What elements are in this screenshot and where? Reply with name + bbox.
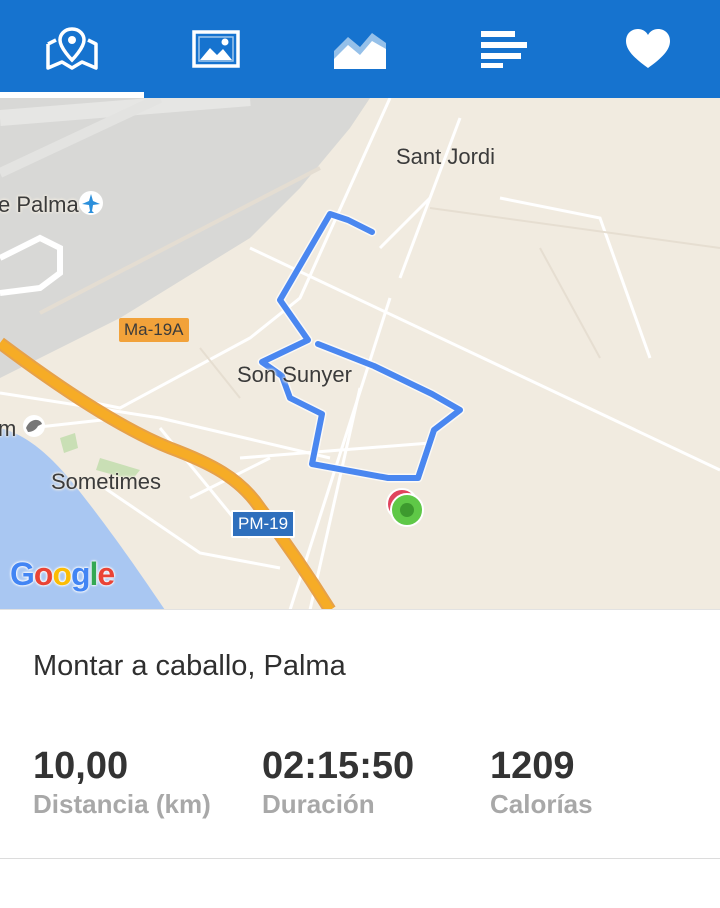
bottom-divider — [0, 858, 720, 859]
tab-photos[interactable] — [144, 0, 288, 98]
map-label-sometimes: Sometimes — [51, 469, 162, 494]
stat-distance: 10,00 Distancia (km) — [33, 744, 211, 820]
map-label-sant-jordi: Sant Jordi — [396, 144, 496, 169]
map-divider — [0, 609, 720, 610]
map-label-m: m — [0, 416, 17, 441]
route-line — [259, 211, 463, 481]
heart-icon — [626, 29, 670, 68]
map-icon — [46, 27, 98, 70]
map-canvas — [0, 98, 720, 610]
road-shield-ma19a: Ma-19A — [119, 318, 189, 342]
stat-calories-label: Calorías — [490, 789, 593, 819]
route-map[interactable]: Sant Jordi e Palma Son Sunyer Sometimes … — [0, 98, 720, 610]
stat-duration: 02:15:50 Duración — [262, 744, 414, 820]
tab-map[interactable] — [0, 0, 144, 98]
google-logo: Google — [10, 556, 115, 592]
tab-favorites[interactable] — [576, 0, 720, 98]
stat-duration-value: 02:15:50 — [262, 745, 415, 787]
stat-calories: 1209 Calorías — [490, 744, 593, 820]
chart-area-icon — [334, 33, 386, 69]
stat-calories-value: 1209 — [490, 745, 575, 787]
stat-duration-label: Duración — [262, 789, 375, 819]
map-label-palma: e Palma — [0, 192, 79, 217]
image-icon — [192, 30, 240, 68]
activity-title: Montar a caballo, Palma — [33, 650, 346, 682]
stat-distance-label: Distancia (km) — [33, 789, 211, 819]
map-label-son-sunyer: Son Sunyer — [237, 362, 352, 387]
tab-laps[interactable] — [432, 0, 576, 98]
tab-charts[interactable] — [288, 0, 432, 98]
top-tab-bar — [0, 0, 720, 98]
stat-distance-value: 10,00 — [33, 745, 129, 787]
road-shield-pm19: PM-19 — [231, 510, 296, 538]
bars-icon — [481, 31, 527, 68]
